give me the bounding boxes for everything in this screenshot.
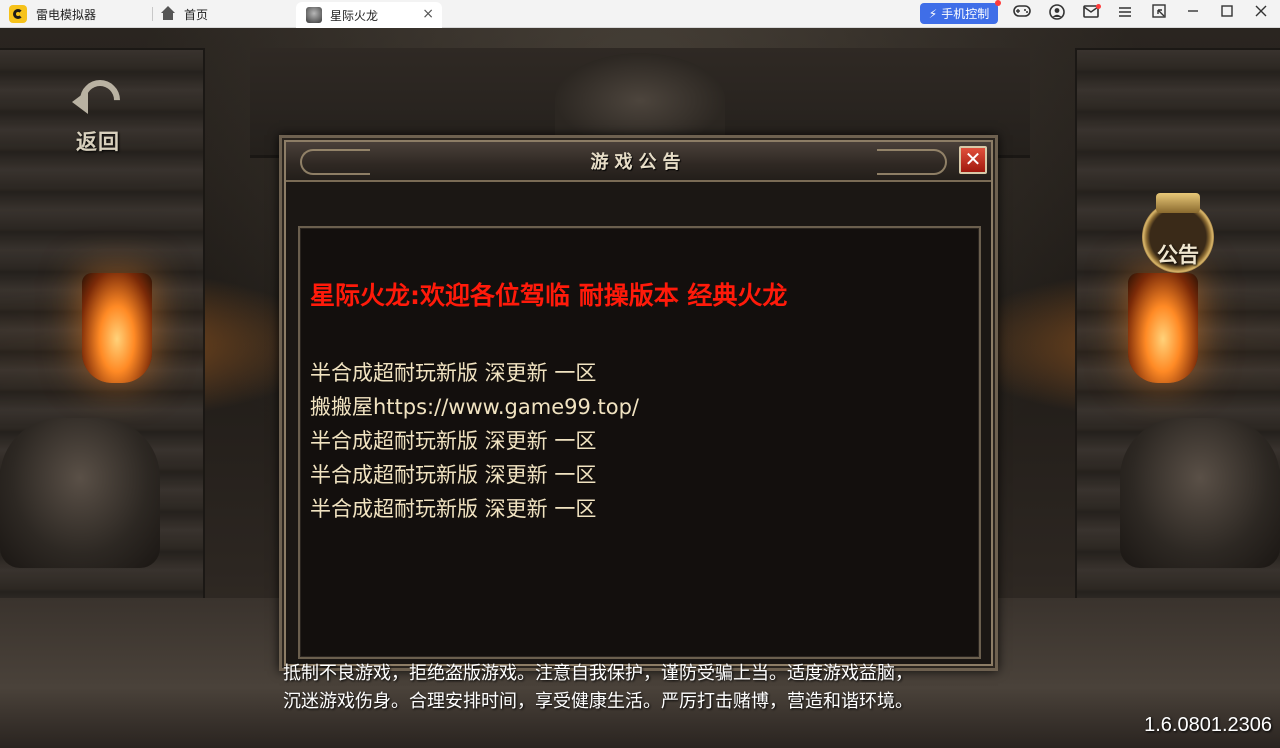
tab-label: 星际火龙 bbox=[330, 8, 379, 23]
announcement-lines: 半合成超耐玩新版 深更新 一区 搬搬屋https://www.game99.to… bbox=[310, 356, 639, 526]
announcement-dialog: 游戏公告 ✕ 星际火龙:欢迎各位驾临 耐操版本 经典火龙 半合成超耐玩新版 深更… bbox=[279, 135, 998, 671]
arch-emblem bbox=[555, 53, 725, 148]
notification-dot bbox=[995, 0, 1001, 6]
back-button[interactable]: 返回 bbox=[71, 71, 132, 155]
emulator-logo-icon bbox=[9, 5, 27, 23]
announcement-line: 半合成超耐玩新版 深更新 一区 bbox=[310, 361, 597, 385]
health-notice-line: 沉迷游戏伤身。合理安排时间，享受健康生活。严厉打击赌博，营造和谐环境。 bbox=[283, 691, 913, 712]
notice-button[interactable]: 公告 bbox=[1140, 193, 1216, 273]
health-notice: 抵制不良游戏，拒绝盗版游戏。注意自我保护，谨防受骗上当。适度游戏益脑， 沉迷游戏… bbox=[283, 660, 913, 716]
menu-icon[interactable] bbox=[1115, 4, 1135, 24]
app-title: 雷电模拟器 bbox=[36, 8, 97, 22]
home-icon bbox=[160, 6, 176, 22]
game-viewport[interactable]: 返回 公告 游戏公告 ✕ 星际火龙:欢迎各位驾临 耐操版本 经典火龙 半合成超耐… bbox=[0, 28, 1280, 748]
mobile-control-label: 手机控制 bbox=[941, 7, 990, 21]
dialog-close-button[interactable]: ✕ bbox=[959, 146, 987, 174]
health-notice-line: 抵制不良游戏，拒绝盗版游戏。注意自我保护，谨防受骗上当。适度游戏益脑， bbox=[283, 663, 913, 684]
tab-game[interactable]: 星际火龙 × bbox=[296, 2, 442, 28]
left-dragon-statue bbox=[0, 418, 160, 568]
mobile-control-button[interactable]: ⚡ 手机控制 bbox=[920, 0, 1001, 24]
announcement-line: 半合成超耐玩新版 深更新 一区 bbox=[310, 429, 597, 453]
maximize-icon[interactable] bbox=[1217, 4, 1237, 24]
tab-label: 首页 bbox=[184, 7, 209, 22]
tab-close-icon[interactable]: × bbox=[422, 6, 434, 22]
announcement-line: 半合成超耐玩新版 深更新 一区 bbox=[310, 497, 597, 521]
left-lantern bbox=[82, 273, 152, 383]
close-icon[interactable] bbox=[1251, 4, 1271, 24]
back-arrow-head bbox=[72, 90, 88, 114]
bolt-icon: ⚡ bbox=[928, 6, 938, 21]
user-icon[interactable] bbox=[1047, 4, 1067, 24]
dialog-body: 星际火龙:欢迎各位驾临 耐操版本 经典火龙 半合成超耐玩新版 深更新 一区 搬搬… bbox=[298, 226, 981, 659]
version-label: 1.6.0801.2306 bbox=[1144, 714, 1272, 736]
right-dragon-statue bbox=[1120, 418, 1280, 568]
shrink-icon[interactable] bbox=[1149, 4, 1169, 24]
game-app-icon bbox=[306, 7, 322, 23]
back-label: 返回 bbox=[76, 129, 120, 154]
notice-scroll-icon bbox=[1156, 193, 1200, 213]
tab-divider bbox=[152, 7, 153, 21]
minimize-icon[interactable] bbox=[1183, 4, 1203, 24]
gamepad-icon[interactable] bbox=[1012, 4, 1032, 24]
announcement-headline: 星际火龙:欢迎各位驾临 耐操版本 经典火龙 bbox=[310, 281, 788, 310]
scroll-ornament-icon bbox=[877, 149, 947, 175]
announcement-line: 半合成超耐玩新版 深更新 一区 bbox=[310, 463, 597, 487]
dialog-header: 游戏公告 ✕ bbox=[286, 142, 991, 182]
emulator-title-bar: 雷电模拟器 首页 星际火龙 × ⚡ 手机控制 bbox=[0, 0, 1280, 28]
tab-home[interactable]: 首页 bbox=[160, 0, 290, 28]
notification-dot bbox=[1096, 4, 1101, 9]
mail-icon[interactable] bbox=[1081, 4, 1101, 24]
announcement-line: 搬搬屋https://www.game99.top/ bbox=[310, 395, 640, 419]
notice-label: 公告 bbox=[1157, 243, 1199, 267]
right-lantern bbox=[1128, 273, 1198, 383]
